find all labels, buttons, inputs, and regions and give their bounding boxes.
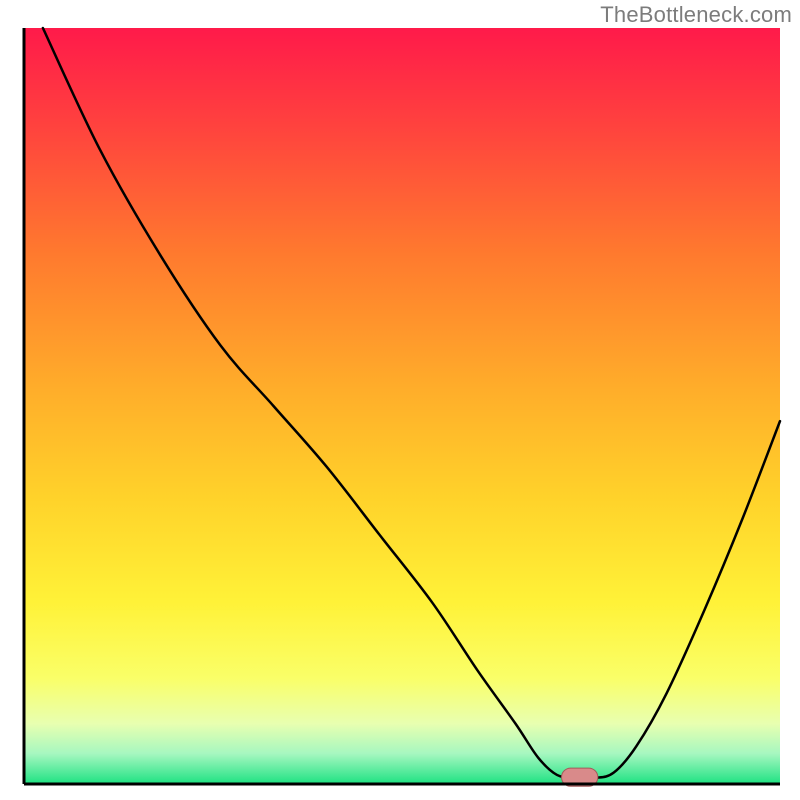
watermark-text: TheBottleneck.com — [600, 2, 792, 28]
bottleneck-chart — [0, 0, 800, 800]
chart-container: TheBottleneck.com — [0, 0, 800, 800]
plot-background — [24, 28, 780, 784]
